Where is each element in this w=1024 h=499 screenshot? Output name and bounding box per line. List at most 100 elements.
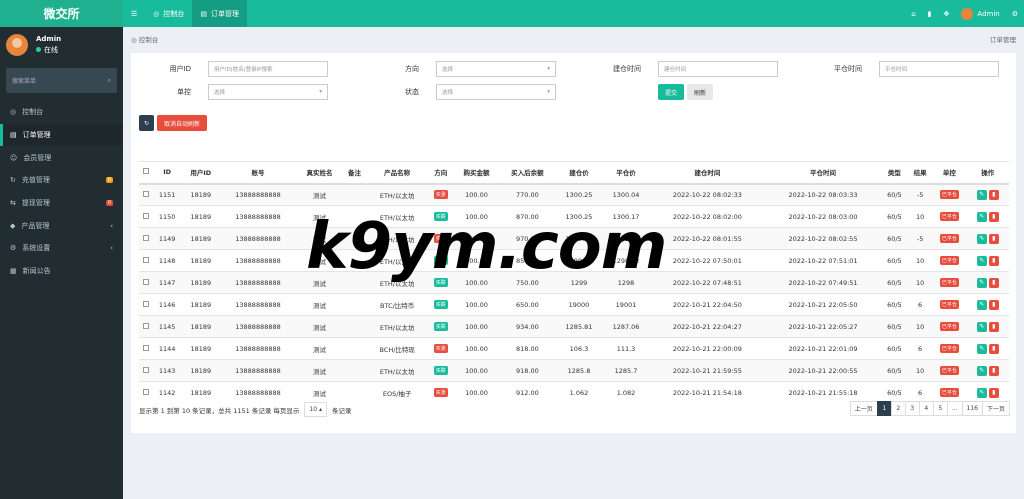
cancel-auto-refresh-button[interactable]: 取消自动刷新 [157, 115, 208, 131]
table-row[interactable]: 1144 18189 13888888888 测试 BCH/比特现 买涨 100.00 818… [139, 337, 1009, 360]
table-cell: 6 [907, 293, 933, 316]
sidebar-item-settings[interactable]: ⚙ 系统设置 ‹ [0, 237, 123, 260]
settings-icon[interactable]: ⚙ [1006, 0, 1024, 27]
page-button[interactable]: 下一页 [981, 401, 1010, 416]
row-checkbox[interactable] [139, 337, 153, 360]
page-size-select[interactable]: 10 ▴ [304, 402, 327, 417]
edit-icon[interactable]: ✎ [976, 343, 987, 354]
table-cell: 100.00 [453, 337, 500, 360]
delete-icon[interactable]: ▮ [988, 233, 999, 244]
sidebar-item-recharge[interactable]: ↻ 充值管理 0 [0, 169, 123, 192]
sidebar-item-withdraw[interactable]: ⇆ 提现管理 0 [0, 192, 123, 215]
sidebar-item-dashboard[interactable]: ◎ 控制台 [0, 101, 123, 124]
row-checkbox[interactable] [139, 227, 153, 250]
delete-icon[interactable]: ▮ [988, 277, 999, 288]
refresh-button[interactable]: ↻ [139, 115, 155, 131]
table-cell: 已平仓 [932, 315, 967, 338]
menu-toggle-button[interactable]: ☰ [123, 0, 145, 27]
close-time-input[interactable]: 平仓时间 [879, 61, 999, 77]
table-cell: ETH/以太坊 [366, 183, 428, 206]
delete-icon[interactable]: ▮ [988, 343, 999, 354]
cell-text: 100.00 [465, 366, 488, 375]
trash-icon[interactable]: ▮ [922, 0, 938, 27]
page-button[interactable]: 上一页 [849, 401, 878, 416]
submit-button[interactable]: 提交 [658, 84, 685, 100]
sidebar-item-orders[interactable]: ▤ 订单管理 [0, 123, 123, 147]
menu-search-input[interactable]: 搜索菜单 ⌕ [6, 68, 117, 93]
delete-icon[interactable]: ▮ [988, 387, 999, 398]
cell-text: 2022-10-21 21:55:18 [788, 388, 858, 397]
row-checkbox[interactable] [139, 293, 153, 316]
user-menu[interactable]: Admin [955, 0, 1005, 27]
row-checkbox[interactable] [139, 315, 153, 338]
column-header: 真实姓名 [296, 161, 343, 185]
edit-icon[interactable]: ✎ [976, 233, 987, 244]
breadcrumb-home[interactable]: ◎ 控制台 [131, 34, 158, 44]
sidebar-item-products[interactable]: ◆ 产品管理 ‹ [0, 214, 123, 237]
delete-icon[interactable]: ▮ [988, 321, 999, 332]
edit-icon[interactable]: ✎ [976, 387, 987, 398]
delete-icon[interactable]: ▮ [988, 365, 999, 376]
uid-search-input[interactable]: 用户ID|姓名|登录IP搜索 [208, 61, 328, 77]
delete-icon[interactable]: ▮ [988, 189, 999, 200]
row-checkbox[interactable] [139, 205, 153, 228]
row-actions: ✎ ▮ [966, 249, 1009, 272]
delete-icon[interactable]: ▮ [988, 255, 999, 266]
list-icon: ▤ [200, 9, 208, 18]
control-select[interactable]: 选择 ▾ [208, 84, 328, 100]
table-row[interactable]: 1143 18189 13888888888 测试 ETH/以太坊 买跌 100.00 918… [139, 359, 1009, 382]
page-button[interactable]: ... [946, 401, 963, 416]
sidebar-item-members[interactable]: ☺ 会员管理 [0, 146, 123, 169]
select-all-checkbox[interactable] [139, 161, 153, 185]
direction-select[interactable]: 选择 ▾ [436, 61, 556, 77]
reset-button[interactable]: 刷新 [687, 84, 714, 100]
table-cell: 已平仓 [932, 249, 967, 272]
fullscreen-icon[interactable]: ✥ [938, 0, 956, 27]
row-checkbox[interactable] [139, 249, 153, 272]
table-cell: 2022-10-22 07:51:01 [765, 249, 881, 272]
table-cell: 测试 [296, 183, 343, 206]
status-select[interactable]: 选择 ▾ [436, 84, 556, 100]
row-checkbox[interactable] [139, 359, 153, 382]
search-icon[interactable]: ⌕ [108, 77, 111, 85]
table-cell: 60/5 [880, 205, 908, 228]
table-cell: 13888888888 [219, 337, 297, 360]
cell-text: 18189 [190, 256, 212, 265]
delete-icon[interactable]: ▮ [988, 299, 999, 310]
table-cell: 2022-10-22 07:49:51 [765, 271, 881, 294]
edit-icon[interactable]: ✎ [976, 277, 987, 288]
edit-icon[interactable]: ✎ [976, 321, 987, 332]
table-row[interactable]: 1151 18189 13888888888 测试 ETH/以太坊 买涨 100.00 770… [139, 183, 1009, 206]
cell-text: 2022-10-22 08:02:00 [672, 212, 742, 221]
tab-orders[interactable]: ▤ 订单管理 [192, 0, 248, 27]
delete-icon[interactable]: ▮ [988, 211, 999, 222]
home-icon[interactable]: ⌂ [905, 0, 921, 27]
edit-icon[interactable]: ✎ [976, 255, 987, 266]
page-button[interactable]: 1 [876, 401, 892, 416]
table-row[interactable]: 1145 18189 13888888888 测试 ETH/以太坊 买跌 100.00 934… [139, 315, 1009, 338]
status-badge: 已平仓 [939, 344, 959, 353]
app-logo[interactable]: 微交所 [0, 0, 123, 27]
tab-dashboard[interactable]: ◎ 控制台 [145, 0, 192, 27]
open-time-input[interactable]: 建仓时间 [658, 61, 778, 77]
table-row[interactable]: 1146 18189 13888888888 测试 BTC/比特币 买跌 100.00 650… [139, 293, 1009, 316]
refresh-icon: ↻ [144, 119, 150, 127]
row-checkbox[interactable] [139, 183, 153, 206]
edit-icon[interactable]: ✎ [976, 299, 987, 310]
cell-text: BCH/比特现 [379, 345, 415, 354]
cell-text: 18189 [190, 190, 212, 199]
edit-icon[interactable]: ✎ [976, 189, 987, 200]
edit-icon[interactable]: ✎ [976, 211, 987, 222]
sidebar-item-news[interactable]: ▦ 新闻公告 [0, 260, 123, 283]
page-button[interactable]: 116 [961, 401, 983, 416]
page-button[interactable]: 2 [890, 401, 906, 416]
row-checkbox[interactable] [139, 381, 153, 404]
table-cell: 买跌 [427, 293, 454, 316]
table-cell: -5 [907, 227, 933, 250]
row-checkbox[interactable] [139, 271, 153, 294]
page-button[interactable]: 3 [904, 401, 920, 416]
cell-text: 1300.04 [612, 190, 640, 199]
page-button[interactable]: 5 [932, 401, 948, 416]
page-button[interactable]: 4 [918, 401, 934, 416]
edit-icon[interactable]: ✎ [976, 365, 987, 376]
